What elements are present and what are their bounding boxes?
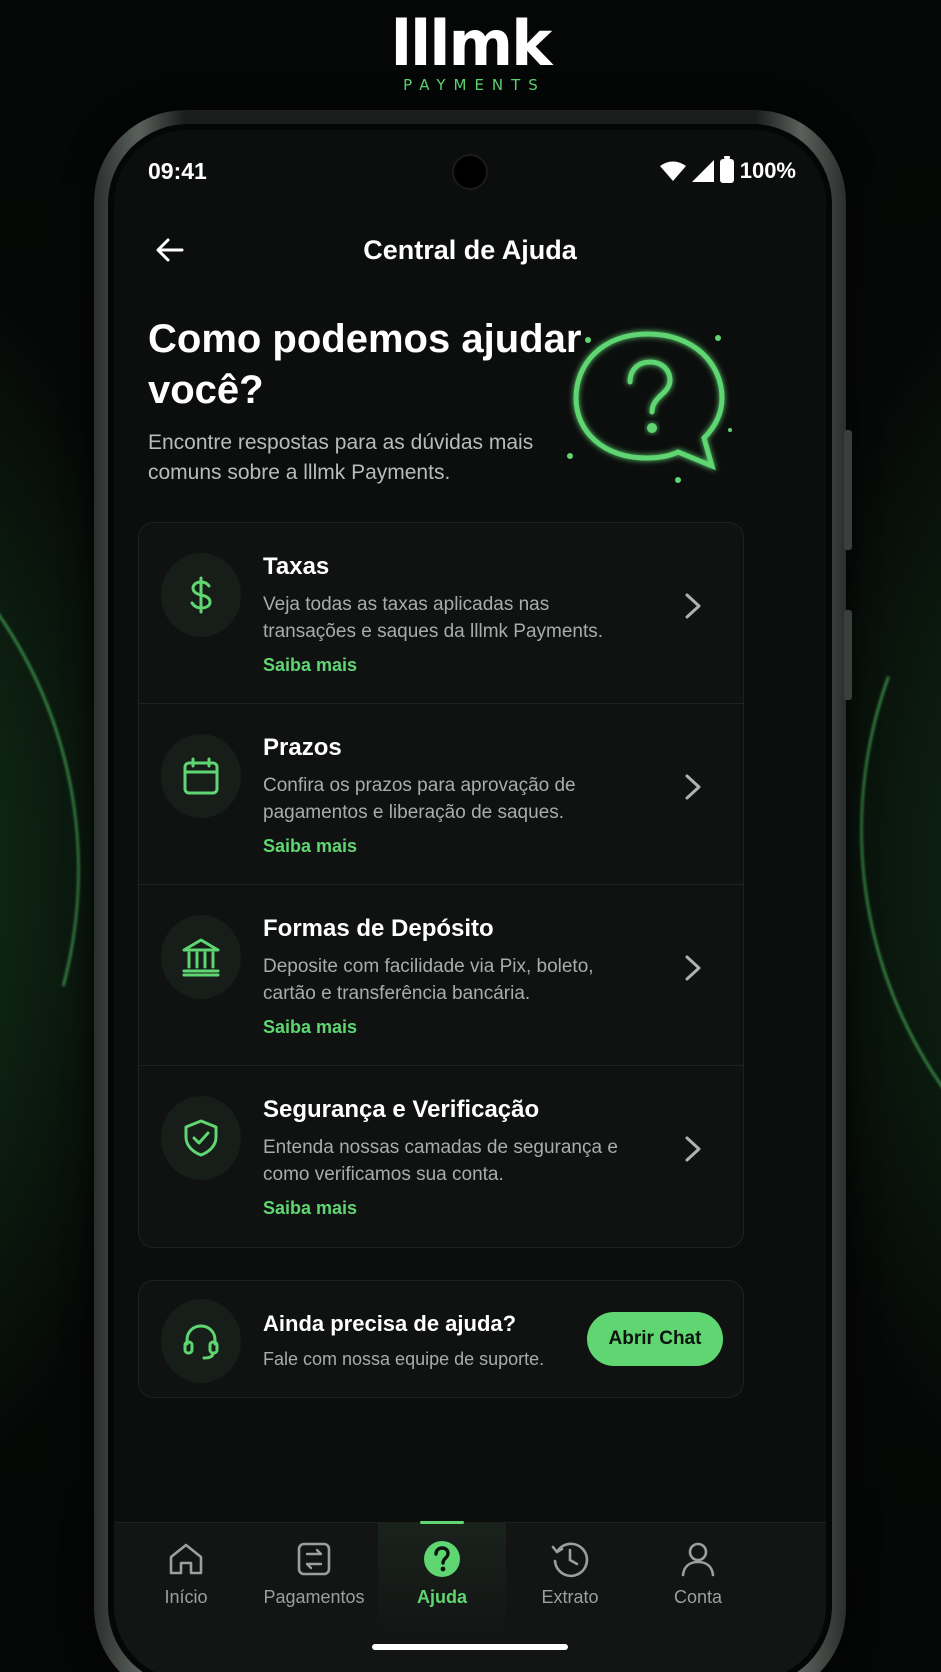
item-icon-container	[161, 553, 241, 637]
history-icon	[551, 1542, 589, 1578]
nav-item-inicio[interactable]: Início	[122, 1523, 250, 1633]
nav-label: Pagamentos	[263, 1587, 365, 1607]
help-icon	[424, 1541, 460, 1577]
learn-more-link[interactable]: Saiba mais	[263, 1198, 357, 1219]
wifi-icon	[659, 161, 686, 181]
hero-title: Como podemos ajudar você?	[148, 317, 582, 412]
brand-logo: lllmk PAYMENTS	[0, 7, 941, 95]
volume-button	[844, 430, 852, 550]
front-camera	[452, 154, 488, 190]
item-icon-container	[161, 734, 241, 818]
learn-more-link[interactable]: Saiba mais	[263, 655, 357, 676]
item-title: Prazos	[263, 734, 342, 761]
help-item-prazos[interactable]: Prazos Confira os prazos para aprovação …	[139, 704, 743, 885]
brand-tagline: PAYMENTS	[403, 76, 546, 94]
item-description: Entenda nossas camadas de segurança e co…	[263, 1137, 618, 1185]
chevron-right-icon[interactable]	[681, 770, 705, 804]
brand-wordmark: lllmk	[390, 7, 553, 80]
page-title: Central de Ajuda	[363, 235, 577, 265]
home-indicator[interactable]	[372, 1644, 568, 1650]
stage: lllmk PAYMENTS 09:41 100% Central de Aju…	[0, 0, 941, 1672]
headset-icon	[183, 1324, 219, 1360]
nav-item-ajuda[interactable]: Ajuda	[378, 1521, 506, 1633]
chevron-right-icon[interactable]	[681, 951, 705, 985]
support-title: Ainda precisa de ajuda?	[263, 1311, 517, 1336]
shield-check-icon	[184, 1119, 218, 1157]
app-header: Central de Ajuda	[114, 210, 826, 300]
learn-more-link[interactable]: Saiba mais	[263, 836, 357, 857]
battery-icon	[719, 156, 734, 183]
payments-icon	[297, 1542, 331, 1576]
help-topics-list: Taxas Veja todas as taxas aplicadas nas …	[138, 522, 744, 1248]
support-subtitle: Fale com nossa equipe de suporte.	[263, 1349, 545, 1369]
phone-frame: 09:41 100% Central de Ajuda Como podemos…	[94, 110, 852, 1672]
item-icon-container	[161, 1299, 241, 1383]
hero-subtitle: Encontre respostas para as dúvidas mais …	[148, 431, 534, 484]
open-chat-button[interactable]: Abrir Chat	[587, 1312, 723, 1366]
question-bubble-icon	[567, 331, 732, 483]
signal-icon	[691, 160, 714, 182]
user-icon	[681, 1542, 715, 1577]
battery-percent: 100%	[739, 158, 796, 183]
nav-label: Extrato	[541, 1587, 599, 1607]
support-card: Ainda precisa de ajuda? Fale com nossa e…	[138, 1280, 744, 1398]
nav-label: Conta	[673, 1587, 723, 1607]
nav-label: Início	[164, 1587, 208, 1607]
phone-screen: 09:41 100% Central de Ajuda Como podemos…	[108, 124, 832, 1672]
power-button	[844, 610, 852, 700]
dollar-icon	[190, 576, 212, 614]
status-bar: 09:41 100%	[114, 152, 826, 192]
learn-more-link[interactable]: Saiba mais	[263, 1017, 357, 1038]
item-icon-container	[161, 1096, 241, 1180]
item-title: Formas de Depósito	[263, 915, 494, 942]
chevron-right-icon[interactable]	[681, 1132, 705, 1166]
calendar-icon	[183, 757, 219, 795]
item-icon-container	[161, 915, 241, 999]
help-item-formas-deposito[interactable]: Formas de Depósito Deposite com facilida…	[139, 885, 743, 1066]
active-indicator	[420, 1521, 464, 1524]
status-time: 09:41	[148, 158, 207, 184]
bank-icon	[182, 938, 220, 977]
chevron-right-icon[interactable]	[681, 589, 705, 623]
item-title: Taxas	[263, 553, 330, 580]
item-title: Segurança e Verificação	[263, 1096, 540, 1123]
item-description: Confira os prazos para aprovação de paga…	[263, 775, 576, 823]
nav-label: Ajuda	[416, 1587, 467, 1607]
bottom-navigation: Início Pagamentos Ajuda Extrato Conta	[114, 1521, 826, 1672]
item-description: Veja todas as taxas aplicadas nas transa…	[263, 594, 604, 642]
item-description: Deposite com facilidade via Pix, boleto,…	[263, 956, 594, 1004]
help-item-seguranca[interactable]: Segurança e Verificação Entenda nossas c…	[139, 1066, 743, 1247]
nav-item-extrato[interactable]: Extrato	[506, 1523, 634, 1633]
status-indicators: 100%	[659, 156, 796, 184]
home-icon	[169, 1543, 203, 1575]
help-item-taxas[interactable]: Taxas Veja todas as taxas aplicadas nas …	[139, 523, 743, 704]
nav-item-conta[interactable]: Conta	[634, 1523, 762, 1633]
nav-item-pagamentos[interactable]: Pagamentos	[250, 1523, 378, 1633]
